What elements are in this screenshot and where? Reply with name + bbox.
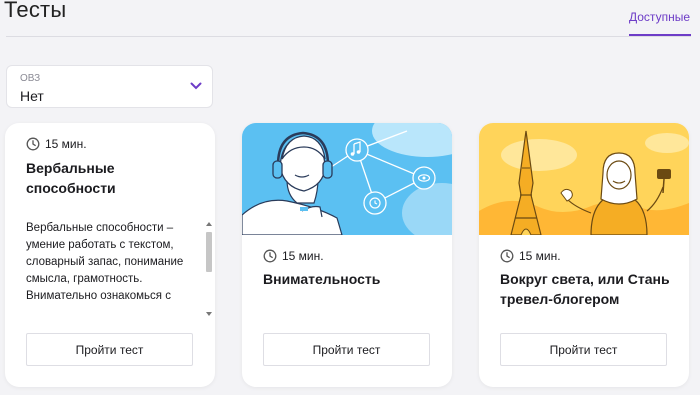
- ovz-select-label: ОВЗ: [20, 73, 41, 84]
- duration-text: 15 мин.: [282, 249, 324, 263]
- description-scrollbar[interactable]: [204, 220, 214, 316]
- attention-illustration: [242, 123, 452, 235]
- card-description-scroll[interactable]: Вербальные способности – умение работать…: [26, 220, 214, 314]
- page-title: Тесты: [4, 0, 67, 22]
- card-title: Внимательность: [263, 271, 381, 287]
- chevron-down-icon: [190, 82, 202, 90]
- clock-icon: [500, 249, 514, 263]
- card-description: Вербальные способности – умение работать…: [26, 222, 184, 302]
- header-divider: [6, 36, 691, 37]
- duration-text: 15 мин.: [45, 137, 87, 151]
- test-card-verbal: 15 мин. Вербальные способности Вербальны…: [5, 123, 215, 387]
- duration: 15 мин.: [500, 249, 561, 263]
- scroll-thumb[interactable]: [206, 232, 212, 272]
- scroll-down-arrow-icon[interactable]: [206, 312, 212, 316]
- clock-icon: [263, 249, 277, 263]
- duration-text: 15 мин.: [519, 249, 561, 263]
- card-title: Вокруг света, или Стань тревел-блогером: [500, 271, 670, 307]
- ovz-select[interactable]: ОВЗ Нет: [6, 65, 213, 108]
- start-test-button[interactable]: Пройти тест: [26, 333, 193, 366]
- test-card-attention: 15 мин. Внимательность Пройти тест: [242, 123, 452, 387]
- duration: 15 мин.: [26, 137, 87, 151]
- travel-blogger-illustration: [479, 123, 689, 235]
- ovz-select-value: Нет: [20, 88, 44, 104]
- start-test-button[interactable]: Пройти тест: [263, 333, 430, 366]
- duration: 15 мин.: [263, 249, 324, 263]
- tab-available[interactable]: Доступные: [629, 10, 690, 24]
- clock-icon: [26, 137, 40, 151]
- card-title: Вербальные способности: [26, 160, 116, 196]
- start-test-button[interactable]: Пройти тест: [500, 333, 667, 366]
- scroll-up-arrow-icon[interactable]: [206, 222, 212, 226]
- test-card-travel: 15 мин. Вокруг света, или Стань тревел-б…: [479, 123, 689, 387]
